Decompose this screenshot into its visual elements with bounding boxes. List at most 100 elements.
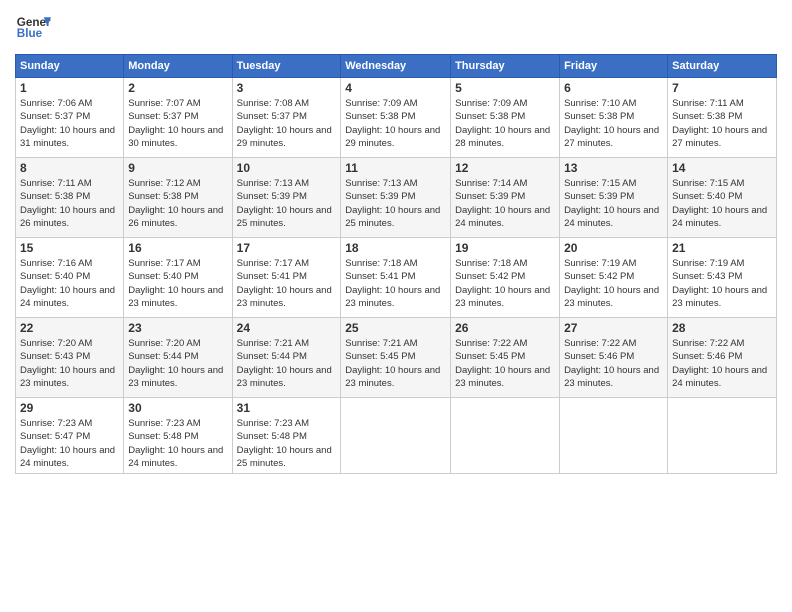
calendar-cell: 20 Sunrise: 7:19 AMSunset: 5:42 PMDayligh…	[560, 238, 668, 318]
header: General Blue	[15, 10, 777, 46]
calendar-cell	[451, 398, 560, 474]
calendar-page: General Blue SundayMondayTuesdayWednesda…	[0, 0, 792, 612]
calendar-cell: 28 Sunrise: 7:22 AMSunset: 5:46 PMDayligh…	[668, 318, 777, 398]
day-number: 26	[455, 321, 555, 335]
day-info: Sunrise: 7:17 AMSunset: 5:40 PMDaylight:…	[128, 257, 227, 310]
day-info: Sunrise: 7:23 AMSunset: 5:47 PMDaylight:…	[20, 417, 119, 470]
day-number: 23	[128, 321, 227, 335]
calendar-cell: 8 Sunrise: 7:11 AMSunset: 5:38 PMDaylight…	[16, 158, 124, 238]
day-info: Sunrise: 7:11 AMSunset: 5:38 PMDaylight:…	[672, 97, 772, 150]
day-info: Sunrise: 7:15 AMSunset: 5:40 PMDaylight:…	[672, 177, 772, 230]
col-header-monday: Monday	[124, 55, 232, 78]
calendar-week-row: 8 Sunrise: 7:11 AMSunset: 5:38 PMDaylight…	[16, 158, 777, 238]
day-info: Sunrise: 7:11 AMSunset: 5:38 PMDaylight:…	[20, 177, 119, 230]
calendar-cell: 3Sunrise: 7:08 AMSunset: 5:37 PMDaylight…	[232, 78, 341, 158]
day-info: Sunrise: 7:14 AMSunset: 5:39 PMDaylight:…	[455, 177, 555, 230]
day-number: 20	[564, 241, 663, 255]
calendar-cell: 31Sunrise: 7:23 AMSunset: 5:48 PMDayligh…	[232, 398, 341, 474]
calendar-cell: 29 Sunrise: 7:23 AMSunset: 5:47 PMDayligh…	[16, 398, 124, 474]
day-info: Sunrise: 7:20 AMSunset: 5:43 PMDaylight:…	[20, 337, 119, 390]
calendar-cell: 10Sunrise: 7:13 AMSunset: 5:39 PMDayligh…	[232, 158, 341, 238]
calendar-cell	[341, 398, 451, 474]
day-number: 10	[237, 161, 337, 175]
calendar-cell: 2 Sunrise: 7:07 AMSunset: 5:37 PMDaylight…	[124, 78, 232, 158]
day-number: 15	[20, 241, 119, 255]
logo-icon: General Blue	[15, 10, 51, 46]
day-number: 29	[20, 401, 119, 415]
day-number: 30	[128, 401, 227, 415]
day-info: Sunrise: 7:22 AMSunset: 5:46 PMDaylight:…	[564, 337, 663, 390]
calendar-cell: 22 Sunrise: 7:20 AMSunset: 5:43 PMDayligh…	[16, 318, 124, 398]
logo: General Blue	[15, 10, 51, 46]
day-number: 31	[237, 401, 337, 415]
calendar-cell: 1Sunrise: 7:06 AMSunset: 5:37 PMDaylight…	[16, 78, 124, 158]
day-info: Sunrise: 7:22 AMSunset: 5:45 PMDaylight:…	[455, 337, 555, 390]
day-number: 7	[672, 81, 772, 95]
day-info: Sunrise: 7:23 AMSunset: 5:48 PMDaylight:…	[128, 417, 227, 470]
day-info: Sunrise: 7:09 AMSunset: 5:38 PMDaylight:…	[455, 97, 555, 150]
calendar-cell: 15 Sunrise: 7:16 AMSunset: 5:40 PMDayligh…	[16, 238, 124, 318]
day-info: Sunrise: 7:08 AMSunset: 5:37 PMDaylight:…	[237, 97, 337, 150]
day-number: 11	[345, 161, 446, 175]
day-info: Sunrise: 7:18 AMSunset: 5:42 PMDaylight:…	[455, 257, 555, 310]
day-number: 1	[20, 81, 119, 95]
col-header-thursday: Thursday	[451, 55, 560, 78]
day-info: Sunrise: 7:12 AMSunset: 5:38 PMDaylight:…	[128, 177, 227, 230]
calendar-cell: 21 Sunrise: 7:19 AMSunset: 5:43 PMDayligh…	[668, 238, 777, 318]
day-number: 17	[237, 241, 337, 255]
day-info: Sunrise: 7:17 AMSunset: 5:41 PMDaylight:…	[237, 257, 337, 310]
day-info: Sunrise: 7:16 AMSunset: 5:40 PMDaylight:…	[20, 257, 119, 310]
day-number: 8	[20, 161, 119, 175]
calendar-cell: 30 Sunrise: 7:23 AMSunset: 5:48 PMDayligh…	[124, 398, 232, 474]
day-number: 22	[20, 321, 119, 335]
calendar-cell: 25 Sunrise: 7:21 AMSunset: 5:45 PMDayligh…	[341, 318, 451, 398]
day-info: Sunrise: 7:19 AMSunset: 5:43 PMDaylight:…	[672, 257, 772, 310]
col-header-sunday: Sunday	[16, 55, 124, 78]
day-info: Sunrise: 7:07 AMSunset: 5:37 PMDaylight:…	[128, 97, 227, 150]
day-number: 28	[672, 321, 772, 335]
day-info: Sunrise: 7:19 AMSunset: 5:42 PMDaylight:…	[564, 257, 663, 310]
calendar-table: SundayMondayTuesdayWednesdayThursdayFrid…	[15, 54, 777, 474]
day-number: 25	[345, 321, 446, 335]
calendar-cell: 23 Sunrise: 7:20 AMSunset: 5:44 PMDayligh…	[124, 318, 232, 398]
day-number: 21	[672, 241, 772, 255]
day-info: Sunrise: 7:10 AMSunset: 5:38 PMDaylight:…	[564, 97, 663, 150]
day-info: Sunrise: 7:21 AMSunset: 5:44 PMDaylight:…	[237, 337, 337, 390]
day-number: 2	[128, 81, 227, 95]
svg-text:Blue: Blue	[17, 27, 43, 40]
calendar-cell: 6 Sunrise: 7:10 AMSunset: 5:38 PMDaylight…	[560, 78, 668, 158]
calendar-cell: 24 Sunrise: 7:21 AMSunset: 5:44 PMDayligh…	[232, 318, 341, 398]
day-number: 12	[455, 161, 555, 175]
calendar-cell: 19 Sunrise: 7:18 AMSunset: 5:42 PMDayligh…	[451, 238, 560, 318]
calendar-cell: 17 Sunrise: 7:17 AMSunset: 5:41 PMDayligh…	[232, 238, 341, 318]
day-number: 19	[455, 241, 555, 255]
calendar-week-row: 22 Sunrise: 7:20 AMSunset: 5:43 PMDayligh…	[16, 318, 777, 398]
calendar-cell: 11 Sunrise: 7:13 AMSunset: 5:39 PMDayligh…	[341, 158, 451, 238]
calendar-week-row: 1Sunrise: 7:06 AMSunset: 5:37 PMDaylight…	[16, 78, 777, 158]
day-info: Sunrise: 7:15 AMSunset: 5:39 PMDaylight:…	[564, 177, 663, 230]
day-info: Sunrise: 7:20 AMSunset: 5:44 PMDaylight:…	[128, 337, 227, 390]
day-number: 6	[564, 81, 663, 95]
calendar-cell: 13 Sunrise: 7:15 AMSunset: 5:39 PMDayligh…	[560, 158, 668, 238]
calendar-cell: 5 Sunrise: 7:09 AMSunset: 5:38 PMDaylight…	[451, 78, 560, 158]
col-header-tuesday: Tuesday	[232, 55, 341, 78]
calendar-cell	[560, 398, 668, 474]
col-header-wednesday: Wednesday	[341, 55, 451, 78]
calendar-cell: 9Sunrise: 7:12 AMSunset: 5:38 PMDaylight…	[124, 158, 232, 238]
day-number: 5	[455, 81, 555, 95]
calendar-cell: 14Sunrise: 7:15 AMSunset: 5:40 PMDayligh…	[668, 158, 777, 238]
calendar-cell	[668, 398, 777, 474]
calendar-week-row: 29 Sunrise: 7:23 AMSunset: 5:47 PMDayligh…	[16, 398, 777, 474]
day-number: 24	[237, 321, 337, 335]
day-number: 13	[564, 161, 663, 175]
calendar-cell: 12 Sunrise: 7:14 AMSunset: 5:39 PMDayligh…	[451, 158, 560, 238]
day-info: Sunrise: 7:13 AMSunset: 5:39 PMDaylight:…	[345, 177, 446, 230]
calendar-cell: 18Sunrise: 7:18 AMSunset: 5:41 PMDayligh…	[341, 238, 451, 318]
day-number: 16	[128, 241, 227, 255]
day-number: 18	[345, 241, 446, 255]
calendar-week-row: 15 Sunrise: 7:16 AMSunset: 5:40 PMDayligh…	[16, 238, 777, 318]
day-info: Sunrise: 7:22 AMSunset: 5:46 PMDaylight:…	[672, 337, 772, 390]
calendar-cell: 7 Sunrise: 7:11 AMSunset: 5:38 PMDaylight…	[668, 78, 777, 158]
calendar-cell: 26 Sunrise: 7:22 AMSunset: 5:45 PMDayligh…	[451, 318, 560, 398]
day-info: Sunrise: 7:21 AMSunset: 5:45 PMDaylight:…	[345, 337, 446, 390]
